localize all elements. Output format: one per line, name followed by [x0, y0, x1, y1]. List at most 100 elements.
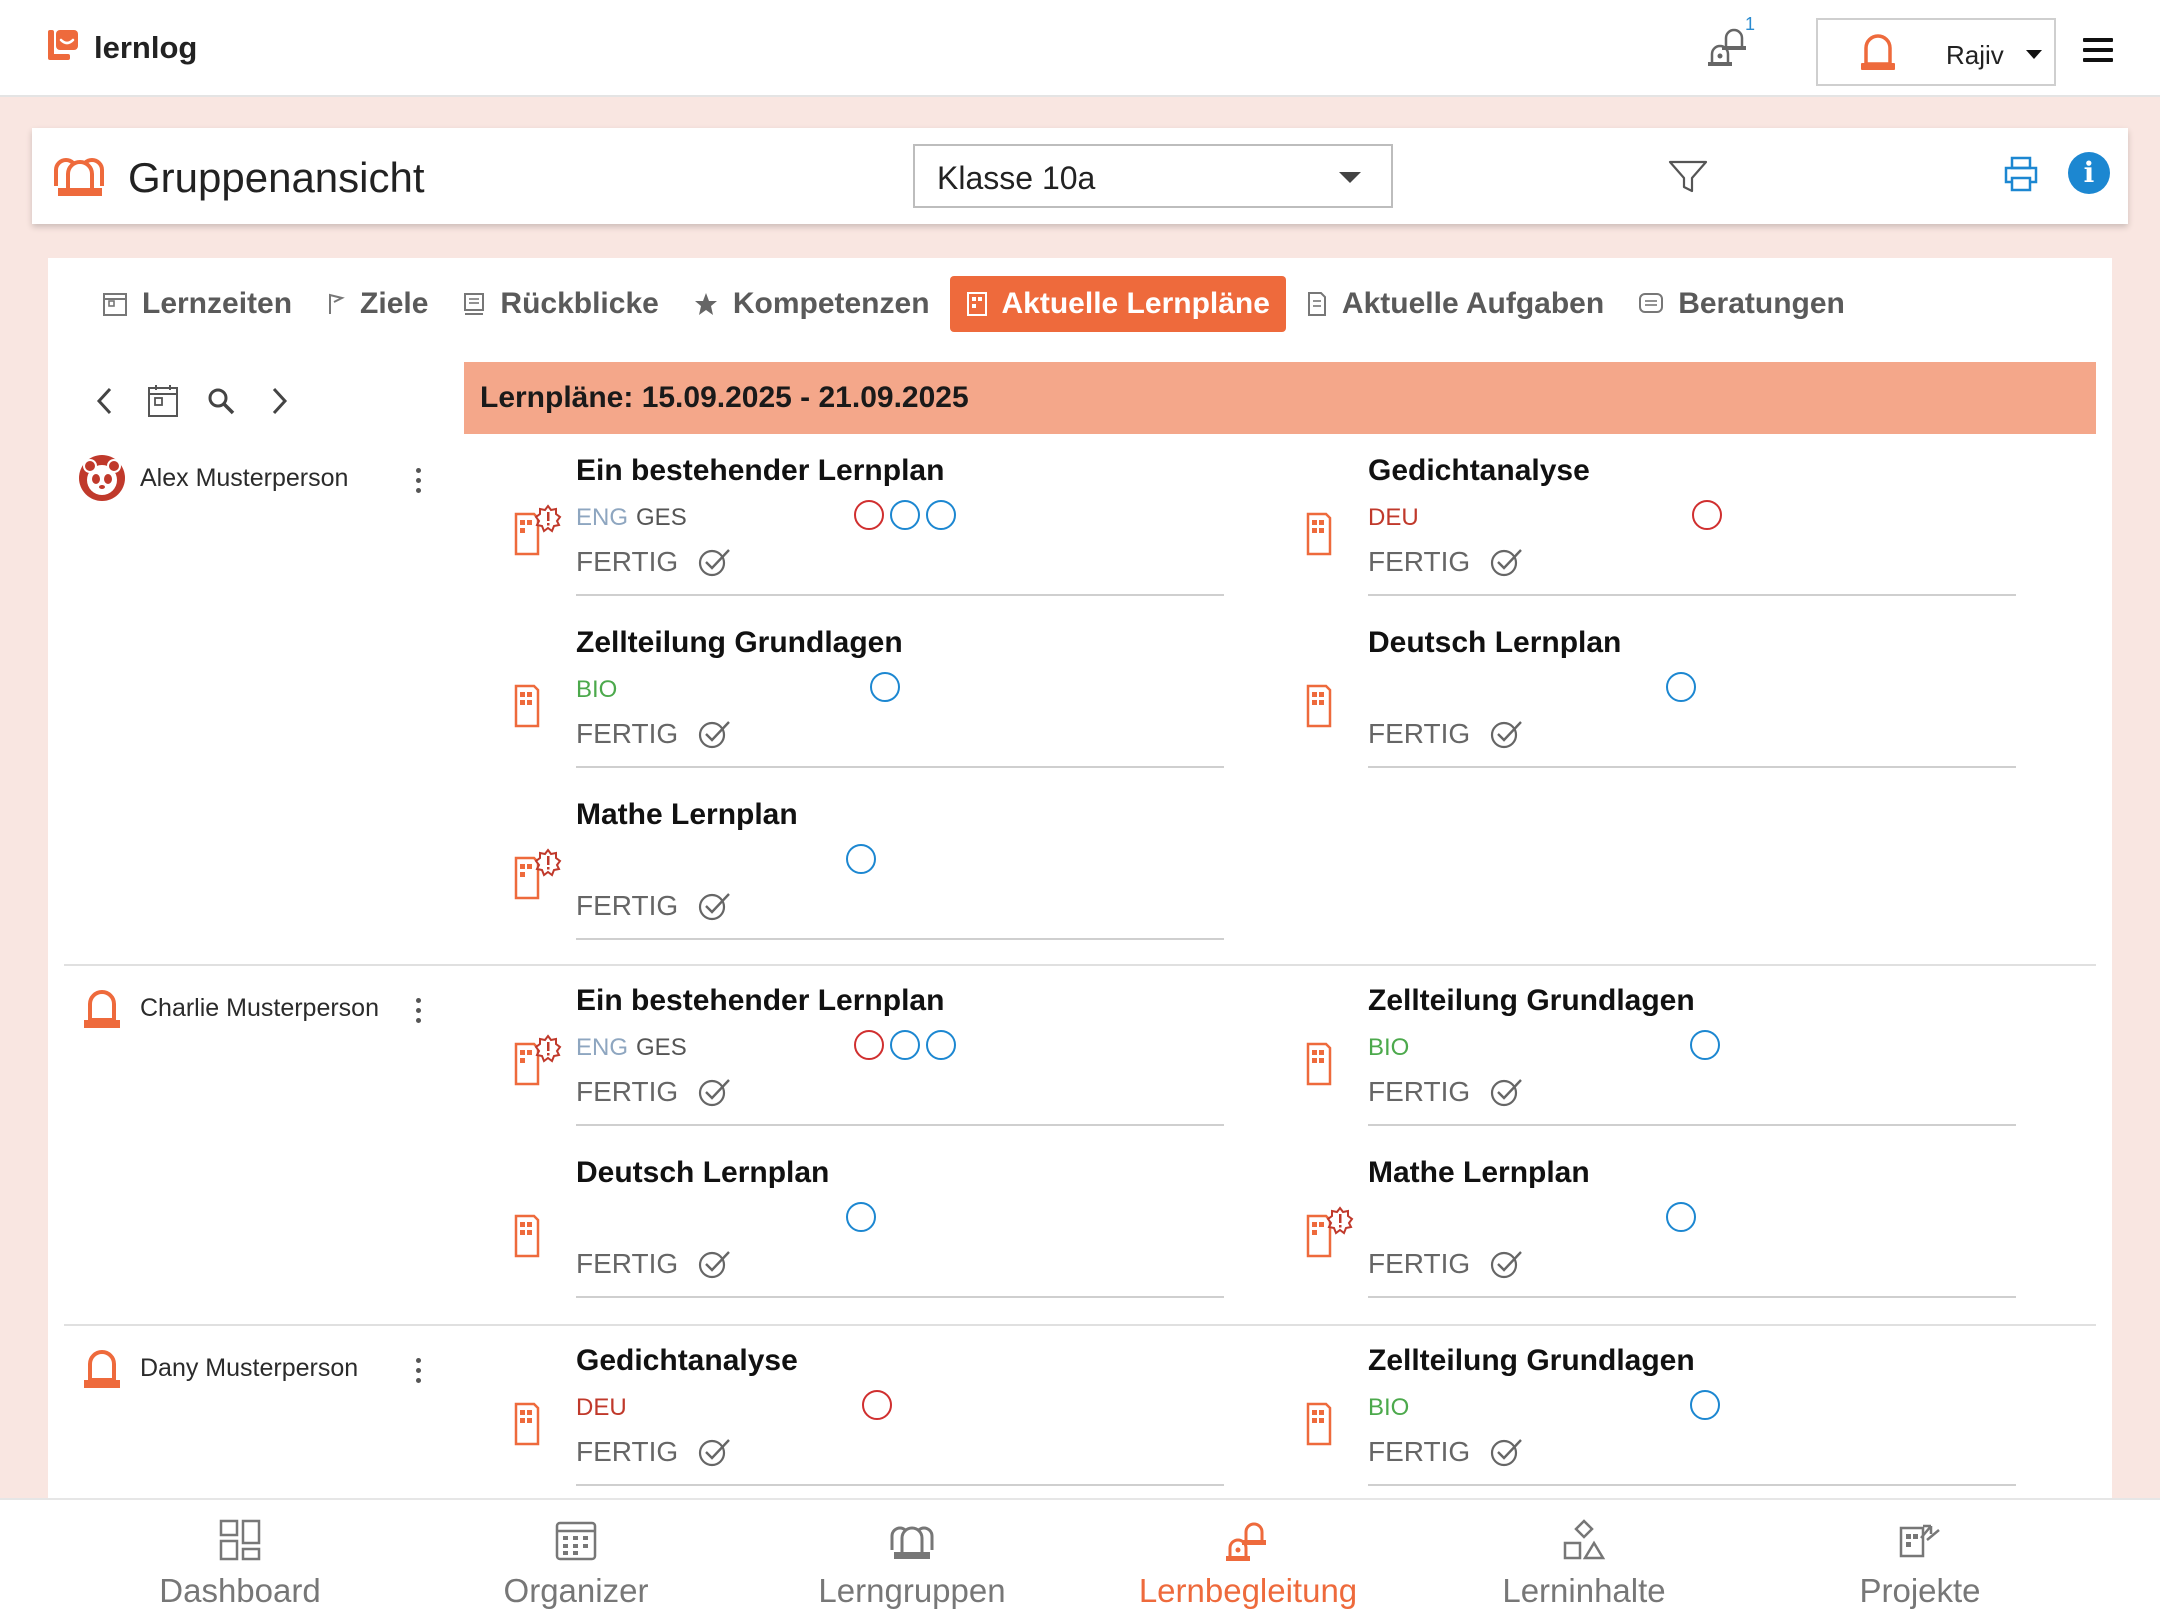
nav-label: Lernbegleitung — [1138, 1572, 1358, 1609]
info-icon[interactable]: i — [2068, 152, 2110, 194]
brand-name: lernlog — [94, 29, 198, 65]
user-avatar-icon — [1860, 32, 1896, 77]
tab-kompetenzen[interactable]: Kompetenzen — [679, 276, 944, 332]
nav-dashboard[interactable]: Dashboard — [90, 1518, 390, 1610]
plan-card[interactable]: Zellteilung Grundlagen BIO FERTIG — [1304, 984, 2016, 1126]
review-icon — [464, 293, 485, 315]
chevron-left-icon — [96, 387, 112, 415]
student-header[interactable]: Charlie Musterperson — [78, 986, 379, 1030]
plan-card[interactable]: Mathe Lernplan FERTIG — [1304, 1156, 2016, 1298]
tab-label: Rückblicke — [500, 287, 659, 320]
plan-card[interactable]: Zellteilung Grundlagen BIO FERTIG — [512, 626, 1224, 768]
panda-avatar-icon — [79, 455, 125, 501]
more-options-icon[interactable] — [414, 998, 422, 1028]
nav-lerninhalte[interactable]: Lerninhalte — [1434, 1518, 1734, 1610]
plan-title: Deutsch Lernplan — [576, 1156, 830, 1189]
search-button[interactable] — [192, 376, 250, 426]
tab-bar: Lernzeiten Ziele Rückblicke Kompetenzen … — [88, 274, 1865, 334]
content-icon — [1563, 1519, 1606, 1560]
plan-icon — [512, 1394, 556, 1450]
progress-circles — [846, 844, 876, 874]
next-week-button[interactable] — [250, 376, 308, 426]
page-header: Gruppenansicht Klasse 10a i — [32, 128, 2128, 224]
nav-lerngruppen[interactable]: Lerngruppen — [762, 1518, 1062, 1610]
check-circle-icon — [699, 721, 731, 749]
progress-circles — [1690, 1390, 1720, 1420]
week-banner: Lernpläne: 15.09.2025 - 21.09.2025 — [464, 362, 2096, 434]
progress-circles — [854, 500, 956, 530]
plan-title: Ein bestehender Lernplan — [576, 454, 945, 487]
coaching-icon — [1226, 1522, 1266, 1561]
plan-title: Zellteilung Grundlagen — [1368, 984, 1695, 1017]
plan-title: Mathe Lernplan — [576, 798, 798, 831]
more-options-icon[interactable] — [414, 468, 422, 498]
notification-button[interactable] — [1706, 24, 1766, 74]
chat-icon — [1639, 293, 1664, 313]
nav-label: Lerngruppen — [818, 1572, 1006, 1609]
plan-subjects: BIO — [1368, 1034, 1410, 1061]
tab-aktuelle-aufgaben[interactable]: Aktuelle Aufgaben — [1292, 276, 1618, 332]
plan-status: FERTIG — [1368, 718, 1524, 750]
user-dropdown[interactable]: Rajiv — [1816, 18, 2056, 86]
tab-beratungen[interactable]: Beratungen — [1624, 276, 1859, 332]
progress-circles — [1692, 500, 1722, 530]
brand[interactable]: lernlog — [46, 28, 197, 67]
tab-label: Beratungen — [1678, 287, 1845, 320]
plan-card[interactable]: Zellteilung Grundlagen BIO FERTIG — [1304, 1344, 2016, 1486]
groups-icon — [890, 1526, 934, 1559]
plan-card[interactable]: Ein bestehender Lernplan ENG GES FERTIG — [512, 984, 1224, 1126]
plan-card[interactable]: Gedichtanalyse DEU FERTIG — [1304, 454, 2016, 596]
plan-card[interactable]: Gedichtanalyse DEU FERTIG — [512, 1344, 1224, 1486]
dashboard-icon — [219, 1519, 261, 1561]
student-row: Alex Musterperson Ein bestehender Lernpl… — [64, 436, 2096, 966]
tab-label: Aktuelle Lernpläne — [1001, 287, 1270, 320]
nav-label: Organizer — [503, 1572, 649, 1609]
organizer-icon — [555, 1521, 597, 1561]
plan-card[interactable]: Ein bestehender Lernplan ENG GES FERTIG — [512, 454, 1224, 596]
more-options-icon[interactable] — [414, 1358, 422, 1388]
plan-subjects: DEU — [576, 1394, 627, 1421]
week-label: Lernpläne: 15.09.2025 - 21.09.2025 — [480, 381, 969, 414]
print-icon[interactable] — [2004, 156, 2038, 197]
flag-icon — [329, 293, 345, 314]
user-avatar-icon — [84, 990, 120, 1028]
nav-organizer[interactable]: Organizer — [426, 1518, 726, 1610]
progress-circles — [1666, 672, 1696, 702]
plan-icon — [1304, 1034, 1348, 1090]
plan-subjects: BIO — [1368, 1394, 1410, 1421]
student-header[interactable]: Dany Musterperson — [78, 1346, 358, 1390]
student-row: Charlie Musterperson Ein bestehender Ler… — [64, 966, 2096, 1326]
plan-alert-icon — [512, 504, 562, 560]
nav-lernbegleitung[interactable]: Lernbegleitung — [1098, 1518, 1398, 1610]
filter-icon[interactable] — [1668, 160, 1708, 199]
plan-status: FERTIG — [576, 718, 732, 750]
calendar-button[interactable] — [134, 376, 192, 426]
plan-title: Ein bestehender Lernplan — [576, 984, 945, 1017]
plan-card[interactable]: Deutsch Lernplan FERTIG — [1304, 626, 2016, 768]
progress-circles — [1690, 1030, 1720, 1060]
plan-status: FERTIG — [1368, 1076, 1524, 1108]
class-select[interactable]: Klasse 10a — [913, 144, 1393, 208]
tab-rueckblicke[interactable]: Rückblicke — [448, 276, 672, 332]
check-circle-icon — [699, 1079, 731, 1107]
plan-subjects: DEU — [1368, 504, 1419, 531]
caret-down-icon — [1339, 172, 1361, 183]
previous-week-button[interactable] — [76, 376, 134, 426]
task-icon — [1307, 292, 1326, 316]
student-header[interactable]: Alex Musterperson — [78, 454, 348, 502]
tab-ziele[interactable]: Ziele — [312, 276, 442, 332]
check-circle-icon — [1491, 549, 1523, 577]
tab-lernzeiten[interactable]: Lernzeiten — [88, 276, 306, 332]
check-circle-icon — [699, 893, 731, 921]
menu-icon[interactable] — [2083, 38, 2113, 68]
tab-label: Aktuelle Aufgaben — [1341, 287, 1605, 320]
group-icon — [52, 150, 108, 205]
plan-icon — [512, 1206, 556, 1262]
plan-status: FERTIG — [576, 1248, 732, 1280]
tab-aktuelle-lernplaene[interactable]: Aktuelle Lernpläne — [949, 276, 1286, 332]
plan-card[interactable]: Deutsch Lernplan FERTIG — [512, 1156, 1224, 1298]
nav-projekte[interactable]: Projekte — [1770, 1518, 2070, 1610]
student-row: Dany Musterperson Gedichtanalyse DEU FER… — [64, 1326, 2096, 1498]
plan-title: Mathe Lernplan — [1368, 1156, 1590, 1189]
plan-card[interactable]: Mathe Lernplan FERTIG — [512, 798, 1224, 940]
